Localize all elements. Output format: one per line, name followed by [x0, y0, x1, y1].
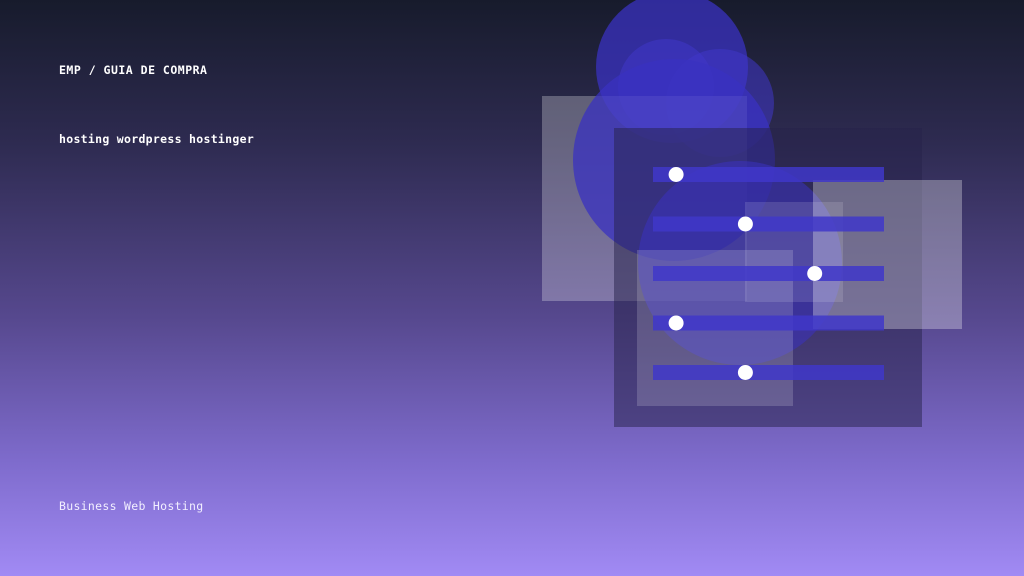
slider-knob	[668, 315, 684, 331]
decor-square	[813, 180, 962, 329]
slider-track	[653, 167, 884, 182]
slider-knob	[668, 167, 684, 182]
slider-track	[653, 216, 884, 232]
slider-knob	[737, 216, 753, 232]
slider-track	[653, 315, 884, 331]
slider-knob	[737, 365, 753, 380]
slider-track	[653, 365, 884, 380]
slider-knob	[807, 266, 823, 281]
slider-track	[653, 266, 884, 281]
decorative-illustration	[542, 0, 962, 427]
